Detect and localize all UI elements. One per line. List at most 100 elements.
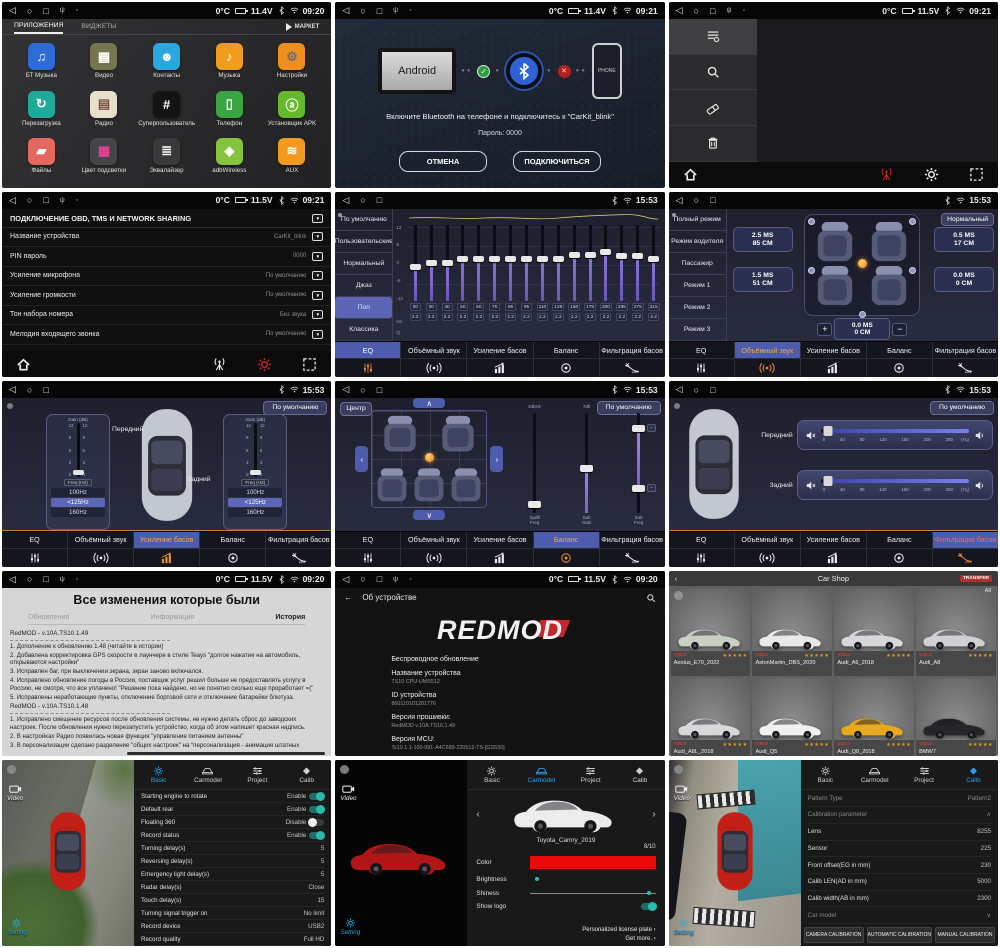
nav-back-icon[interactable]: ◁ bbox=[342, 574, 349, 585]
dropdown-icon[interactable]: ▼ bbox=[312, 232, 323, 241]
home-button[interactable] bbox=[683, 167, 698, 182]
slider-handle[interactable] bbox=[632, 485, 645, 492]
nav-home-icon[interactable]: ○ bbox=[27, 6, 32, 16]
list-item[interactable]: Режим 3 bbox=[669, 319, 726, 341]
speaker-delay-chip[interactable]: 0.5 MS17 CM bbox=[934, 227, 994, 252]
slider-handle[interactable] bbox=[600, 249, 611, 255]
dropdown-icon[interactable]: ▼ bbox=[312, 271, 323, 280]
crossover-freq-option[interactable]: 100Hz bbox=[51, 488, 105, 497]
nav-home-icon[interactable]: ○ bbox=[27, 195, 32, 205]
sub-slider[interactable]: 24kHzSpdif Freq bbox=[517, 404, 553, 527]
nav-home-icon[interactable]: ○ bbox=[360, 385, 365, 395]
default-button[interactable]: По умолчанию bbox=[263, 401, 327, 415]
home-button[interactable] bbox=[16, 357, 31, 372]
center-button[interactable]: Центр bbox=[340, 402, 371, 416]
list-item[interactable]: Полный режим bbox=[669, 209, 726, 231]
audio-tab[interactable]: Усиление басов bbox=[466, 532, 532, 567]
eq-band-slider[interactable]: 952.2 bbox=[519, 225, 535, 341]
crossover-handle[interactable] bbox=[824, 476, 833, 486]
crossover-handle[interactable] bbox=[824, 426, 833, 436]
slider-handle[interactable] bbox=[473, 256, 484, 262]
slider-handle[interactable] bbox=[457, 256, 468, 262]
about-row[interactable]: ID устройства860110101281776 bbox=[391, 692, 664, 707]
nav-back-icon[interactable]: ◁ bbox=[9, 5, 16, 16]
eq-band-slider[interactable]: 3152.2 bbox=[646, 225, 662, 341]
list-item[interactable]: Классика bbox=[335, 319, 392, 341]
nav-recents-icon[interactable]: □ bbox=[43, 385, 48, 395]
eq-band-slider[interactable]: 702.2 bbox=[487, 225, 503, 341]
slider-handle[interactable] bbox=[569, 252, 580, 258]
arrow-down-button[interactable]: ∨ bbox=[413, 510, 445, 520]
slider-handle[interactable] bbox=[442, 260, 453, 266]
list-item[interactable]: Пассажир bbox=[669, 253, 726, 275]
slider-handle[interactable] bbox=[632, 425, 645, 432]
app-icon[interactable]: ▰Файлы bbox=[10, 132, 73, 179]
calib-row[interactable]: Car model∨ bbox=[808, 907, 991, 924]
list-item[interactable]: Режим водителя bbox=[669, 231, 726, 253]
app-icon[interactable]: ↻Перезагрузка bbox=[10, 85, 73, 132]
audio-tab[interactable]: EQ bbox=[335, 532, 400, 567]
delay-plus-button[interactable]: + bbox=[817, 323, 832, 336]
about-row[interactable]: Беспроводное обновление bbox=[391, 656, 664, 663]
app-icon[interactable]: #Суперпользователь bbox=[135, 85, 198, 132]
audio-tab[interactable]: Усиление басов bbox=[800, 532, 866, 567]
normal-mode-button[interactable]: Нормальный bbox=[941, 213, 994, 227]
setting-row[interactable]: PIN пароль0000▼ bbox=[2, 247, 331, 267]
video-button[interactable]: Video bbox=[340, 784, 356, 802]
front-crossover-slider[interactable]: 04080120160200250 (Гц) bbox=[797, 420, 993, 450]
setting-button[interactable]: Setting bbox=[674, 918, 694, 936]
app-icon[interactable]: ▤Радио bbox=[73, 85, 136, 132]
nav-home-icon[interactable]: ○ bbox=[694, 385, 699, 395]
list-item[interactable]: Поп bbox=[335, 297, 392, 319]
connect-button[interactable]: ПОДКЛЮЧИТЬСЯ bbox=[513, 151, 601, 172]
calib-row[interactable]: Pattern TypePattern2 bbox=[808, 790, 991, 807]
tool-button[interactable] bbox=[669, 55, 757, 91]
list-item[interactable]: Пользовательские bbox=[335, 231, 392, 253]
list-item[interactable]: Режим 1 bbox=[669, 275, 726, 297]
eq-band-slider[interactable]: 802.2 bbox=[503, 225, 519, 341]
front-gain-slider[interactable]: Gain (dB) 129630 129630 Freq (HZ) 100Hz<… bbox=[46, 414, 110, 530]
eq-band-slider[interactable]: 402.2 bbox=[439, 225, 455, 341]
audio-tab[interactable]: Баланс bbox=[866, 532, 932, 567]
tool-button[interactable] bbox=[669, 126, 757, 162]
app-icon[interactable]: ♪Музыка bbox=[198, 38, 261, 85]
list-item[interactable]: Нормальный bbox=[335, 253, 392, 275]
setting-row[interactable]: Мелодия входящего звонкаПо умолчанию▼ bbox=[2, 325, 331, 345]
cam-setting-row[interactable]: Record statusEnable bbox=[141, 829, 324, 842]
setting-row[interactable]: Название устройстваCarKit_blink▼ bbox=[2, 228, 331, 248]
app-icon[interactable]: ♫БТ Музыка bbox=[10, 38, 73, 85]
nav-back-icon[interactable]: ◁ bbox=[342, 5, 349, 16]
cam-setting-row[interactable]: Record qualityFull HD bbox=[141, 933, 324, 946]
dropdown-icon[interactable]: ▼ bbox=[312, 214, 323, 223]
market-button[interactable]: МАРКЕТ bbox=[286, 23, 320, 31]
cam-setting-row[interactable]: Radar delay(s)Close bbox=[141, 881, 324, 894]
nav-home-icon[interactable]: ○ bbox=[694, 195, 699, 205]
calib-row[interactable]: Sensor225 bbox=[808, 841, 991, 858]
nav-recents-icon[interactable]: □ bbox=[43, 574, 48, 584]
sub-slider[interactable]: −−Sub Freq bbox=[621, 404, 657, 527]
cam-tab[interactable]: Basic bbox=[467, 760, 516, 789]
car-item[interactable]: V30.0★★★★★Audi_A6_2018 bbox=[834, 589, 914, 676]
nav-back-icon[interactable]: ◁ bbox=[9, 195, 16, 206]
listening-position-dot[interactable] bbox=[858, 259, 867, 268]
settings-button[interactable] bbox=[924, 167, 939, 182]
back-button[interactable]: ‹ bbox=[675, 574, 677, 583]
audio-tab[interactable]: Фильтрация басов bbox=[265, 532, 331, 567]
cam-tab[interactable]: Calib bbox=[949, 760, 998, 789]
audio-tab[interactable]: Объёмный звук bbox=[734, 342, 800, 377]
transfer-button[interactable]: TRANSFER bbox=[960, 575, 992, 582]
nav-recents-icon[interactable]: □ bbox=[710, 195, 715, 205]
app-icon[interactable]: ▦Видео bbox=[73, 38, 136, 85]
nav-home-icon[interactable]: ○ bbox=[360, 574, 365, 584]
slider-handle[interactable] bbox=[580, 465, 593, 472]
audio-tab[interactable]: Фильтрация басов bbox=[932, 342, 998, 377]
calibration-button[interactable]: MANUAL CALIBRATION bbox=[935, 927, 995, 943]
setting-row[interactable]: Усиление микрофонаПо умолчанию▼ bbox=[2, 267, 331, 287]
slider-handle[interactable] bbox=[505, 256, 516, 262]
crossover-freq-option[interactable]: <125Hz bbox=[228, 498, 282, 507]
cam-setting-row[interactable]: Default rearEnable bbox=[141, 803, 324, 816]
nav-back-icon[interactable]: ◁ bbox=[9, 384, 16, 395]
nav-back-icon[interactable]: ◁ bbox=[676, 384, 683, 395]
cam-tab[interactable]: Basic bbox=[134, 760, 183, 789]
cam-tab[interactable]: Carmodel bbox=[183, 760, 232, 789]
